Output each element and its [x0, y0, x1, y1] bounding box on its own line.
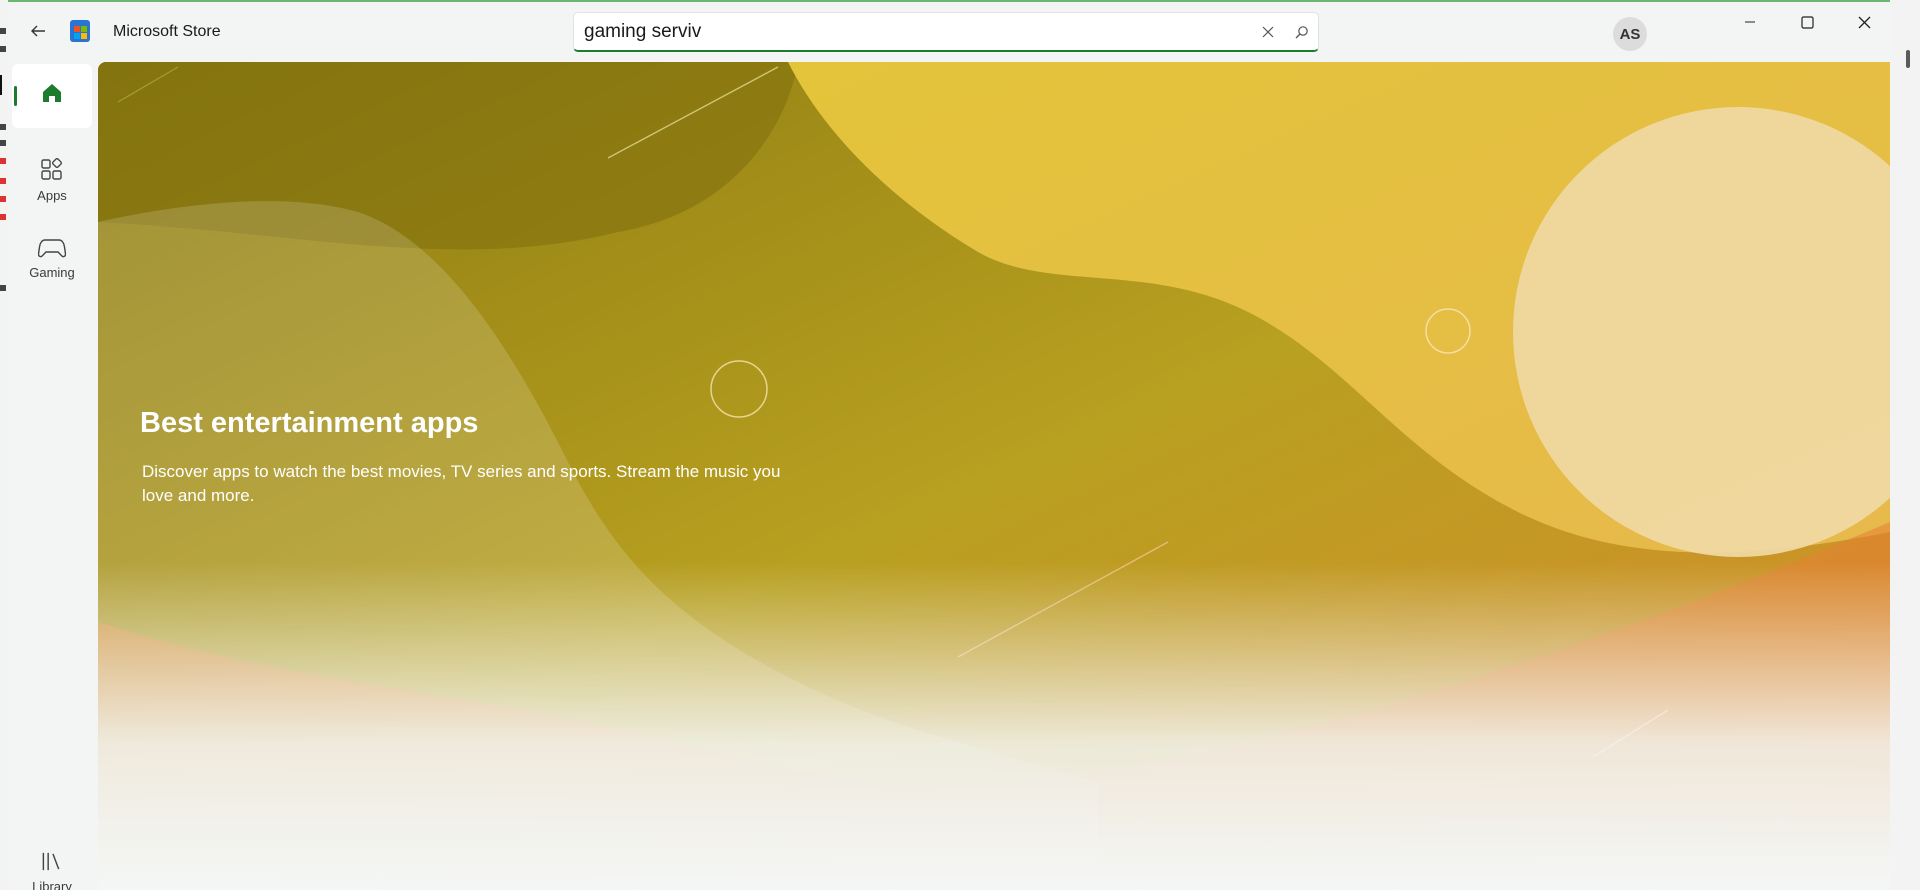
selection-indicator: [14, 86, 17, 106]
nav-item-label: Gaming: [29, 264, 75, 280]
minimize-button[interactable]: [1722, 2, 1778, 42]
nav-item-apps[interactable]: Apps: [12, 148, 92, 212]
hero-title: Best entertainment apps: [140, 407, 479, 439]
search-box[interactable]: [573, 12, 1319, 52]
nav-item-library[interactable]: Library: [12, 834, 92, 890]
library-icon: [42, 852, 60, 871]
background-window-edge: [0, 0, 8, 890]
app-title: Microsoft Store: [113, 23, 221, 40]
microsoft-store-window: Microsoft Store AS: [8, 0, 1890, 890]
back-button[interactable]: [22, 16, 54, 46]
close-icon: [1262, 26, 1274, 38]
search-input[interactable]: [584, 18, 1224, 46]
background-window-scrollbar: [1890, 0, 1920, 890]
nav-item-label: Library: [32, 879, 72, 890]
close-window-button[interactable]: [1836, 2, 1890, 42]
hero-description: Discover apps to watch the best movies, …: [142, 462, 781, 505]
store-logo-icon: [70, 20, 90, 42]
maximize-icon: [1800, 15, 1814, 29]
gamepad-icon: [38, 238, 66, 257]
clear-search-button[interactable]: [1258, 22, 1278, 42]
search-icon: [1295, 26, 1308, 39]
navigation-rail: Apps Gaming Library: [8, 62, 96, 890]
nav-item-label: Apps: [37, 187, 67, 203]
title-bar: Microsoft Store AS: [8, 2, 1890, 62]
search-submit-button[interactable]: [1292, 22, 1312, 42]
apps-icon: [41, 157, 63, 180]
home-icon: [43, 84, 61, 102]
scrollbar-thumb[interactable]: [1906, 50, 1910, 68]
nav-item-home[interactable]: [12, 64, 92, 128]
minimize-icon: [1745, 21, 1755, 23]
nav-item-gaming[interactable]: Gaming: [12, 226, 92, 290]
hero-banner[interactable]: Best entertainment apps Discover apps to…: [98, 62, 1890, 890]
maximize-button[interactable]: [1779, 2, 1835, 42]
close-icon: [1858, 16, 1870, 28]
account-avatar[interactable]: AS: [1613, 17, 1647, 51]
back-arrow-icon: [31, 25, 45, 37]
